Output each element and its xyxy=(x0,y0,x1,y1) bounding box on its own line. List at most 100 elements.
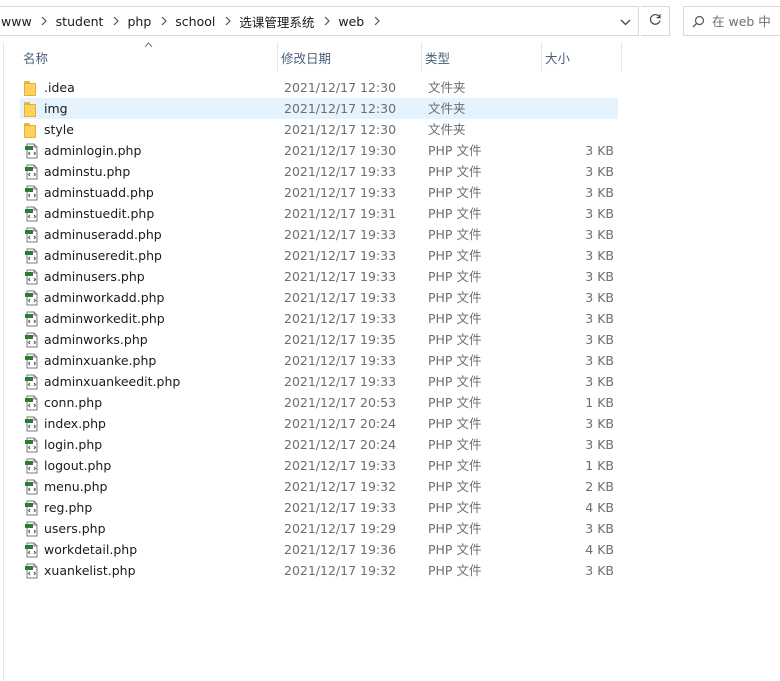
file-row[interactable]: menu.php 2021/12/17 19:32 PHP 文件 2 KB xyxy=(20,476,618,497)
search-input[interactable] xyxy=(712,13,780,29)
file-type: PHP 文件 xyxy=(428,290,482,305)
file-row[interactable]: adminxuankeedit.php 2021/12/17 19:33 PHP 文… xyxy=(20,371,618,392)
file-row[interactable]: conn.php 2021/12/17 20:53 PHP 文件 1 KB xyxy=(20,392,618,413)
file-row[interactable]: logout.php 2021/12/17 19:33 PHP 文件 1 KB xyxy=(20,455,618,476)
file-row[interactable]: adminstu.php 2021/12/17 19:33 PHP 文件 3 KB xyxy=(20,161,618,182)
file-name: menu.php xyxy=(44,479,108,494)
php-file-icon xyxy=(24,539,40,560)
file-type: PHP 文件 xyxy=(428,227,482,242)
file-date: 2021/12/17 20:53 xyxy=(284,395,397,410)
file-name: login.php xyxy=(44,437,103,452)
breadcrumb-item-www[interactable]: www xyxy=(0,7,50,35)
file-size: 3 KB xyxy=(585,416,614,431)
file-size: 2 KB xyxy=(585,479,614,494)
file-size: 3 KB xyxy=(585,353,614,368)
file-row[interactable]: adminlogin.php 2021/12/17 19:30 PHP 文件 3 KB xyxy=(20,140,618,161)
file-type: PHP 文件 xyxy=(428,353,482,368)
file-name: adminworkadd.php xyxy=(44,290,165,305)
file-name: users.php xyxy=(44,521,106,536)
file-type: PHP 文件 xyxy=(428,437,482,452)
column-header-label: 修改日期 xyxy=(281,50,332,66)
file-row[interactable]: adminusers.php 2021/12/17 19:33 PHP 文件 3 KB xyxy=(20,266,618,287)
chevron-right-icon[interactable] xyxy=(372,7,382,35)
breadcrumb-label: 选课管理系统 xyxy=(239,14,315,30)
file-size: 3 KB xyxy=(585,311,614,326)
php-file-icon xyxy=(24,182,40,203)
file-date: 2021/12/17 19:31 xyxy=(284,206,397,221)
php-file-icon xyxy=(24,455,40,476)
file-row[interactable]: adminstuedit.php 2021/12/17 19:31 PHP 文件 3 … xyxy=(20,203,618,224)
file-type: PHP 文件 xyxy=(428,395,482,410)
file-row[interactable]: reg.php 2021/12/17 19:33 PHP 文件 4 KB xyxy=(20,497,618,518)
file-name: adminxuanke.php xyxy=(44,353,157,368)
file-row[interactable]: style 2021/12/17 12:30 文件夹 xyxy=(20,119,618,140)
file-type: PHP 文件 xyxy=(428,416,482,431)
file-type: PHP 文件 xyxy=(428,542,482,557)
file-date: 2021/12/17 19:33 xyxy=(284,500,397,515)
file-row[interactable]: xuankelist.php 2021/12/17 19:32 PHP 文件 3 KB xyxy=(20,560,618,581)
file-name: conn.php xyxy=(44,395,103,410)
file-row[interactable]: adminstuadd.php 2021/12/17 19:33 PHP 文件 3 K… xyxy=(20,182,618,203)
file-type: PHP 文件 xyxy=(428,332,482,347)
chevron-right-icon[interactable] xyxy=(111,7,121,35)
column-header-date[interactable]: 修改日期 xyxy=(278,42,422,72)
file-date: 2021/12/17 19:29 xyxy=(284,521,397,536)
php-file-icon xyxy=(24,245,40,266)
file-date: 2021/12/17 19:35 xyxy=(284,332,397,347)
file-date: 2021/12/17 12:30 xyxy=(284,101,397,116)
file-name: .idea xyxy=(44,80,75,95)
file-row[interactable]: login.php 2021/12/17 20:24 PHP 文件 3 KB xyxy=(20,434,618,455)
file-row[interactable]: index.php 2021/12/17 20:24 PHP 文件 3 KB xyxy=(20,413,618,434)
file-row[interactable]: adminuseradd.php 2021/12/17 19:33 PHP 文件 3 … xyxy=(20,224,618,245)
file-name: reg.php xyxy=(44,500,93,515)
chevron-right-icon[interactable] xyxy=(223,7,233,35)
file-row[interactable]: adminworkadd.php 2021/12/17 19:33 PHP 文件 3 … xyxy=(20,287,618,308)
php-file-icon xyxy=(24,497,40,518)
column-header-size[interactable]: 大小 xyxy=(542,42,622,72)
file-name: workdetail.php xyxy=(44,542,138,557)
breadcrumb-item-student[interactable]: student xyxy=(50,7,122,35)
file-row[interactable]: adminworkedit.php 2021/12/17 19:33 PHP 文件 3… xyxy=(20,308,618,329)
file-row[interactable]: users.php 2021/12/17 19:29 PHP 文件 3 KB xyxy=(20,518,618,539)
breadcrumb-label: school xyxy=(175,13,216,29)
file-row[interactable]: adminworks.php 2021/12/17 19:35 PHP 文件 3 KB xyxy=(20,329,618,350)
file-name: adminuseredit.php xyxy=(44,248,162,263)
column-header-name[interactable]: 名称 xyxy=(20,42,278,72)
navigation-bar: www student php school 选课管理系统 web xyxy=(0,0,780,42)
chevron-right-icon[interactable] xyxy=(40,7,50,35)
file-name: adminuseradd.php xyxy=(44,227,162,242)
file-type: PHP 文件 xyxy=(428,500,482,515)
breadcrumb-item-course-system[interactable]: 选课管理系统 xyxy=(233,7,332,35)
php-file-icon xyxy=(24,560,40,581)
file-size: 3 KB xyxy=(585,374,614,389)
file-row[interactable]: workdetail.php 2021/12/17 19:36 PHP 文件 4 KB xyxy=(20,539,618,560)
file-type: PHP 文件 xyxy=(428,185,482,200)
file-size xyxy=(542,77,614,98)
refresh-button[interactable] xyxy=(641,6,670,36)
file-row[interactable]: .idea 2021/12/17 12:30 文件夹 xyxy=(20,77,618,98)
file-type: PHP 文件 xyxy=(428,248,482,263)
file-type: PHP 文件 xyxy=(428,458,482,473)
breadcrumb-item-php[interactable]: php xyxy=(121,7,169,35)
file-row[interactable]: adminuseredit.php 2021/12/17 19:33 PHP 文件 3… xyxy=(20,245,618,266)
file-size: 3 KB xyxy=(585,521,614,536)
chevron-right-icon[interactable] xyxy=(322,7,332,35)
file-date: 2021/12/17 19:32 xyxy=(284,563,397,578)
php-file-icon xyxy=(24,413,40,434)
breadcrumb-item-web[interactable]: web xyxy=(332,7,382,35)
address-history-dropdown[interactable] xyxy=(612,7,638,35)
folder-icon xyxy=(24,119,40,140)
chevron-right-icon[interactable] xyxy=(159,7,169,35)
php-file-icon xyxy=(24,287,40,308)
search-box[interactable] xyxy=(683,6,780,36)
column-header-label: 名称 xyxy=(23,50,49,66)
file-row[interactable]: img 2021/12/17 12:30 文件夹 xyxy=(20,98,618,119)
file-type: PHP 文件 xyxy=(428,143,482,158)
address-bar[interactable]: www student php school 选课管理系统 web xyxy=(0,6,639,36)
file-date: 2021/12/17 20:24 xyxy=(284,437,397,452)
column-header-type[interactable]: 类型 xyxy=(422,42,542,72)
file-row[interactable]: adminxuanke.php 2021/12/17 19:33 PHP 文件 3 K… xyxy=(20,350,618,371)
breadcrumb-item-school[interactable]: school xyxy=(169,7,233,35)
php-file-icon xyxy=(24,161,40,182)
php-file-icon xyxy=(24,203,40,224)
